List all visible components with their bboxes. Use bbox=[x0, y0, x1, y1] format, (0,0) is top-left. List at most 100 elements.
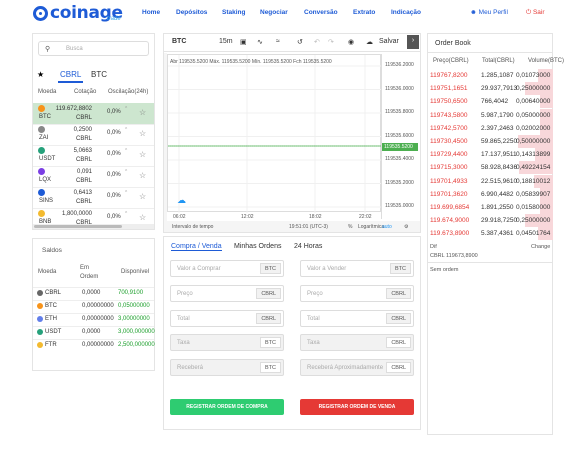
nav-negociar[interactable]: Negociar bbox=[260, 9, 288, 16]
scrollbar-thumb[interactable] bbox=[34, 225, 122, 228]
sort-arrow-icon: ⌃ bbox=[124, 211, 129, 217]
logout-link[interactable]: ⏻ Sair bbox=[526, 9, 545, 17]
orderbook-row[interactable]: 119715,3000 58.928,8436 0,49224154 bbox=[428, 161, 553, 175]
undo-icon[interactable]: ↶ bbox=[314, 38, 320, 46]
save-button[interactable]: Salvar bbox=[379, 38, 399, 45]
chart-symbol[interactable]: BTC bbox=[172, 38, 186, 45]
favorites-star-icon[interactable]: ★ bbox=[37, 70, 44, 79]
profile-link[interactable]: ☻ Meu Perfil bbox=[470, 9, 508, 16]
cloud-icon[interactable]: ☁ bbox=[366, 38, 373, 46]
balance-row: FTR 0,00000000 2,500,000000 bbox=[33, 339, 155, 352]
ob-volume: 0,05000000 bbox=[516, 111, 551, 119]
indicator-icon[interactable]: ∿ bbox=[257, 38, 263, 46]
coin-icon bbox=[38, 126, 45, 133]
coin-icon bbox=[38, 189, 45, 196]
interval-button[interactable]: 15m bbox=[219, 38, 233, 45]
divider bbox=[428, 262, 553, 263]
market-row[interactable]: BTC 119.672,8802 CBRL 0,0% ⌃ ☆ bbox=[33, 103, 154, 124]
percent-toggle[interactable]: % bbox=[348, 224, 352, 230]
chart-settings-icon[interactable]: ⚙ bbox=[404, 224, 408, 230]
nav-home[interactable]: Home bbox=[142, 9, 160, 16]
ob-price: 119750,6500 bbox=[430, 98, 468, 106]
nav-extrato[interactable]: Extrato bbox=[353, 9, 375, 16]
sell-field-0[interactable]: Valor a Vender BTC bbox=[300, 260, 414, 277]
orderbook-row[interactable]: 119.699,6854 1.891,2550 0,01580000 bbox=[428, 201, 553, 214]
power-icon: ⏻ bbox=[526, 9, 532, 16]
coin-icon bbox=[37, 303, 43, 309]
market-search-input[interactable]: ⚲ Busca bbox=[38, 41, 149, 56]
fx-icon[interactable]: ≈ bbox=[276, 38, 280, 45]
tab-cbrl[interactable]: CBRL bbox=[58, 70, 84, 83]
coin-symbol: SINS bbox=[39, 198, 54, 204]
market-row[interactable]: USDT 5,0663 CBRL 0,0% ⌃ ☆ bbox=[33, 145, 154, 166]
buy-field-1[interactable]: Preço CBRL bbox=[170, 285, 284, 302]
nav-indicacao[interactable]: Indicação bbox=[391, 9, 421, 16]
market-scrollbar[interactable] bbox=[33, 224, 154, 229]
market-row[interactable]: SINS 0,6413 CBRL 0,0% ⌃ ☆ bbox=[33, 187, 154, 208]
sell-order-button[interactable]: REGISTRAR ORDEM DE VENDA bbox=[300, 399, 414, 415]
ob-col-preco: Preço(CBRL) bbox=[433, 58, 469, 64]
ohlc-legend: Abr 119535.5200 Máx. 119535.5200 Mín. 11… bbox=[170, 59, 332, 65]
divider bbox=[33, 145, 154, 146]
buy-order-button[interactable]: REGISTRAR ORDEM DE COMPRA bbox=[170, 399, 284, 415]
orderbook-row[interactable]: 119701,4933 22.515,9610 0,18810012 bbox=[428, 174, 553, 188]
favorite-star-icon[interactable]: ☆ bbox=[139, 213, 146, 222]
sort-arrow-icon: ⌃ bbox=[124, 148, 129, 154]
orderbook-row[interactable]: 119701,3620 6.990,4482 0,05839907 bbox=[428, 187, 553, 201]
ob-price: 119743,5800 bbox=[430, 111, 468, 119]
price-plot[interactable]: ☁ bbox=[167, 54, 382, 231]
field-placeholder: Taxa bbox=[177, 340, 190, 346]
coin-symbol: BTC bbox=[39, 114, 51, 120]
orderbook-row[interactable]: 119729,4400 17.137,9511 0,14313899 bbox=[428, 148, 553, 162]
orderbook-row[interactable]: 119.674,9000 29.918,7250 0,25000000 bbox=[428, 214, 553, 228]
sell-field-1[interactable]: Preço CBRL bbox=[300, 285, 414, 302]
auto-toggle[interactable]: auto bbox=[382, 224, 392, 230]
ob-volume: 0,18810012 bbox=[516, 177, 551, 185]
orderbook-row[interactable]: 119730,4500 59.865,2250 0,50000000 bbox=[428, 135, 553, 148]
compare-icon[interactable]: ↺ bbox=[297, 38, 303, 46]
orderbook-row[interactable]: 119751,1651 29.937,7913 0,25000000 bbox=[428, 82, 553, 96]
orderbook-row[interactable]: 119743,5800 5.987,1790 0,05000000 bbox=[428, 108, 553, 122]
nav-staking[interactable]: Staking bbox=[222, 9, 245, 16]
market-row[interactable]: ZAI 0,2500 CBRL 0,0% ⌃ ☆ bbox=[33, 124, 154, 145]
field-placeholder: Total bbox=[307, 316, 320, 322]
orderbook-row[interactable]: 119750,6500 766,4042 0,00640000 bbox=[428, 95, 553, 109]
tab-minhas-ordens[interactable]: Minhas Ordens bbox=[234, 243, 281, 250]
buy-field-2[interactable]: Total CBRL bbox=[170, 310, 284, 327]
redo-icon[interactable]: ↷ bbox=[328, 38, 334, 46]
price-axis[interactable]: 119536.2000 119536.0000 119535.8000 119535.… bbox=[381, 54, 420, 233]
tab-compra-venda[interactable]: Compra / Venda bbox=[171, 243, 222, 251]
tab-btc[interactable]: BTC bbox=[91, 70, 107, 79]
orderbook-row[interactable]: 119742,5700 2.397,2463 0,02002000 bbox=[428, 121, 553, 135]
favorite-star-icon[interactable]: ☆ bbox=[139, 129, 146, 138]
favorite-star-icon[interactable]: ☆ bbox=[139, 171, 146, 180]
tab-24-horas[interactable]: 24 Horas bbox=[294, 243, 322, 250]
divider bbox=[33, 326, 154, 327]
time-range-button[interactable]: Intervalo de tempo bbox=[172, 224, 213, 230]
time-axis[interactable]: 06:02 12:02 18:02 22:02 bbox=[167, 212, 381, 220]
field-placeholder: Taxa bbox=[307, 340, 320, 346]
price-value: 0,091 bbox=[76, 169, 92, 175]
price-unit: CBRL bbox=[75, 136, 92, 142]
price-value: 0,6413 bbox=[73, 190, 92, 196]
buy-field-0[interactable]: Valor a Comprar BTC bbox=[170, 260, 284, 277]
nav-depositos[interactable]: Depósitos bbox=[176, 9, 207, 16]
empty-orders: Sem ordem bbox=[430, 267, 459, 273]
favorite-star-icon[interactable]: ☆ bbox=[139, 108, 146, 117]
favorite-star-icon[interactable]: ☆ bbox=[139, 192, 146, 201]
favorite-star-icon[interactable]: ☆ bbox=[139, 150, 146, 159]
sort-arrow-icon: ⌃ bbox=[124, 106, 129, 112]
market-row[interactable]: LQX 0,091 CBRL 0,0% ⌃ ☆ bbox=[33, 166, 154, 187]
divider bbox=[33, 166, 154, 167]
balance-available: 0,05000000 bbox=[118, 303, 150, 309]
candles-icon[interactable]: ▣ bbox=[240, 38, 247, 46]
orderbook-list[interactable]: 119767,8200 1.285,1087 0,01073000 119751… bbox=[428, 67, 553, 240]
nav-conversao[interactable]: Conversão bbox=[304, 9, 338, 16]
chevron-right-icon[interactable]: › bbox=[407, 35, 419, 49]
orderbook-row[interactable]: 119.673,8900 5.387,4361 0,04501764 bbox=[428, 227, 553, 240]
camera-icon[interactable]: ◉ bbox=[348, 38, 354, 46]
field-placeholder: Total bbox=[177, 316, 190, 322]
orderbook-row[interactable]: 119767,8200 1.285,1087 0,01073000 bbox=[428, 69, 553, 82]
log-toggle[interactable]: Logarítmica bbox=[358, 224, 384, 230]
sell-field-2[interactable]: Total CBRL bbox=[300, 310, 414, 327]
